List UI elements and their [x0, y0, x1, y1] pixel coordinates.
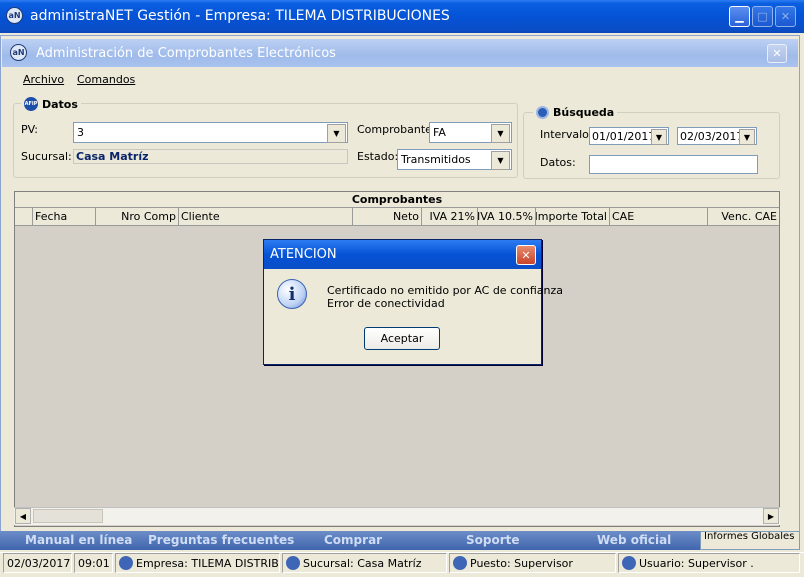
menu-comandos-label: Comandos [77, 73, 136, 86]
menu-archivo[interactable]: Archivo [23, 73, 64, 86]
pv-value: 3 [77, 126, 84, 139]
chevron-down-icon[interactable]: ▼ [491, 151, 510, 170]
maximize-icon: □ [757, 10, 768, 23]
sucursal-icon [286, 556, 300, 570]
app-title: administraNET Gestión - Empresa: TILEMA … [30, 8, 450, 24]
info-icon: i [277, 279, 307, 309]
menu-comandos[interactable]: Comandos [77, 73, 135, 86]
estado-label: Estado: [357, 150, 399, 163]
close-icon: ✕ [780, 10, 791, 23]
minimize-icon: ▁ [735, 10, 744, 23]
pv-select[interactable]: 3 ▼ [73, 122, 348, 143]
fecha-desde-picker[interactable]: 01/01/2017 ▼ [589, 127, 669, 145]
comprobante-value: FA [433, 126, 446, 139]
comprobante-label: Comprobante: [357, 123, 436, 136]
estado-select[interactable]: Transmitidos ▼ [397, 149, 512, 170]
link-comprar[interactable]: Comprar [324, 533, 382, 547]
informes-globales-button[interactable]: Informes Globales [700, 531, 800, 550]
dialog-message-line1: Certificado no emitido por AC de confian… [327, 284, 563, 297]
status-sucursal: Sucursal: Casa Matríz [282, 553, 447, 573]
status-date: 02/03/2017 [3, 553, 72, 573]
column-iva-21[interactable]: IVA 21% [422, 208, 478, 225]
column-neto[interactable]: Neto [353, 208, 422, 225]
datos-legend-label: Datos [42, 97, 78, 111]
chevron-down-icon[interactable]: ▼ [651, 129, 667, 145]
user-icon [453, 556, 467, 570]
link-manual[interactable]: Manual en línea [25, 533, 132, 547]
status-usuario-text: Usuario: Supervisor . [639, 556, 754, 570]
column-venc-cae[interactable]: Venc. CAE [708, 208, 779, 225]
estado-value: Transmitidos [401, 153, 471, 166]
sucursal-field: Casa Matríz [73, 149, 348, 164]
scroll-thumb[interactable] [33, 509, 103, 523]
afip-badge-icon: AFIP [24, 97, 38, 111]
grid-horizontal-scrollbar[interactable] [14, 507, 780, 525]
column-cliente[interactable]: Cliente [179, 208, 353, 225]
chevron-down-icon[interactable]: ▼ [491, 124, 510, 143]
fecha-hasta-value: 02/03/2017 [680, 129, 744, 143]
search-icon [536, 106, 549, 119]
maximize-button[interactable]: □ [752, 6, 773, 27]
dialog-message-line2: Error de conectividad [327, 297, 445, 310]
status-puesto-text: Puesto: Supervisor [470, 556, 573, 570]
link-preguntas[interactable]: Preguntas frecuentes [148, 533, 294, 547]
user-icon [622, 556, 636, 570]
status-puesto: Puesto: Supervisor [449, 553, 616, 573]
chevron-down-icon[interactable]: ▼ [327, 124, 346, 143]
datos-busqueda-input[interactable] [589, 155, 758, 174]
status-empresa-text: Empresa: TILEMA DISTRIBUCIONES [136, 556, 279, 570]
menu-archivo-label: Archivo [23, 73, 65, 86]
status-empresa: Empresa: TILEMA DISTRIBUCIONES [115, 553, 280, 573]
datos-busqueda-label: Datos: [540, 156, 576, 169]
link-web-oficial[interactable]: Web oficial [597, 533, 671, 547]
grid-title: Comprobantes [15, 192, 779, 208]
empresa-icon [119, 556, 133, 570]
datos-legend: AFIP Datos [21, 97, 81, 111]
arrow-right-icon: ▶ [767, 511, 775, 521]
inner-close-button[interactable]: ✕ [767, 44, 787, 63]
fecha-desde-value: 01/01/2017 [592, 129, 656, 143]
column-cae[interactable]: CAE [610, 208, 708, 225]
fecha-hasta-picker[interactable]: 02/03/2017 ▼ [677, 127, 757, 145]
grid-indicator-column [15, 208, 33, 225]
column-iva-105[interactable]: IVA 10.5% [478, 208, 536, 225]
arrow-left-icon: ◀ [19, 511, 27, 521]
status-usuario: Usuario: Supervisor . [618, 553, 800, 573]
sucursal-label: Sucursal: [21, 150, 72, 163]
column-nro-comp[interactable]: Nro Comp [96, 208, 179, 225]
close-icon: ✕ [772, 47, 782, 60]
app-close-button[interactable]: ✕ [775, 6, 796, 27]
dialog-title: ATENCION [270, 247, 337, 262]
inner-window-title: Administración de Comprobantes Electróni… [36, 46, 336, 61]
scroll-left-button[interactable]: ◀ [15, 508, 31, 524]
chevron-down-icon[interactable]: ▼ [739, 129, 755, 145]
app-logo-icon: aN [6, 7, 23, 24]
intervalo-label: Intervalo [540, 128, 589, 141]
busqueda-legend-label: Búsqueda [553, 106, 615, 119]
aceptar-button[interactable]: Aceptar [364, 327, 440, 350]
column-importe-total[interactable]: Importe Total [536, 208, 610, 225]
link-soporte[interactable]: Soporte [466, 533, 520, 547]
busqueda-legend: Búsqueda [533, 106, 618, 119]
status-sucursal-text: Sucursal: Casa Matríz [303, 556, 422, 570]
column-fecha[interactable]: Fecha [33, 208, 96, 225]
pv-label: PV: [21, 123, 38, 136]
close-icon: ✕ [521, 248, 531, 262]
comprobante-select[interactable]: FA ▼ [429, 122, 512, 143]
dialog-close-button[interactable]: ✕ [516, 245, 536, 265]
inner-window-icon: aN [10, 44, 27, 61]
minimize-button[interactable]: ▁ [729, 6, 750, 27]
status-time: 09:01 a [74, 553, 113, 573]
scroll-right-button[interactable]: ▶ [763, 508, 779, 524]
grid-header-divider [15, 225, 779, 226]
